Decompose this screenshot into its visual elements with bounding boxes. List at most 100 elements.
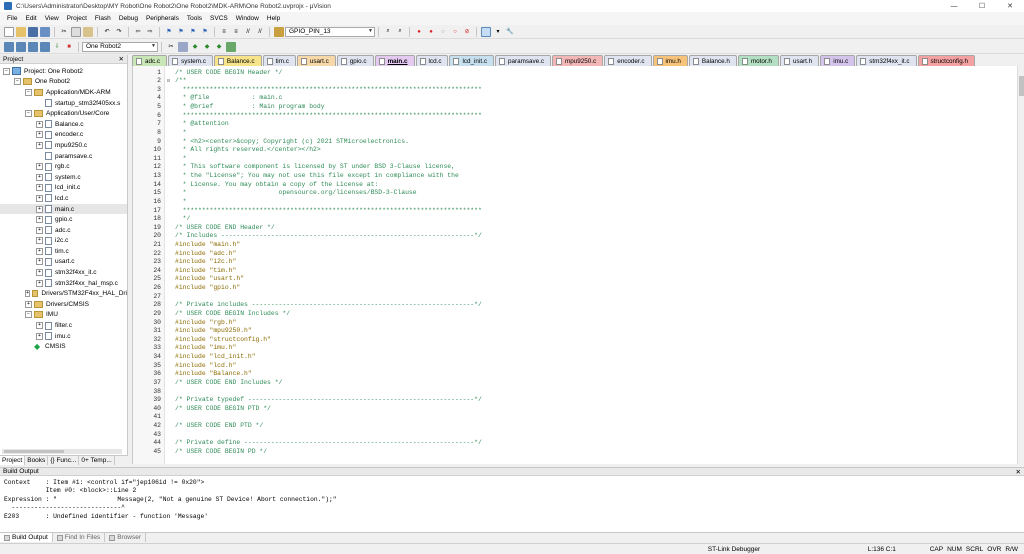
vertical-scrollbar[interactable] — [1017, 66, 1024, 464]
expand-icon[interactable]: + — [36, 120, 43, 128]
editor-tab[interactable]: mpu9250.c — [552, 55, 604, 66]
tree-item[interactable]: + lcd.c — [0, 193, 127, 204]
editor-tab[interactable]: imu.h — [652, 55, 688, 66]
menu-item-edit[interactable]: Edit — [21, 15, 40, 22]
tree-item[interactable]: + filter.c — [0, 320, 127, 331]
layout-dropdown-icon[interactable]: ▾ — [493, 27, 503, 37]
tree-item[interactable]: ◆ CMSIS — [0, 341, 127, 352]
uncomment-icon[interactable]: // — [255, 27, 265, 37]
tree-item[interactable]: + stm32f4xx_hal_msp.c — [0, 278, 127, 289]
collapse-icon[interactable]: − — [25, 110, 32, 118]
close-icon[interactable]: ✕ — [119, 55, 127, 63]
copy-icon[interactable] — [71, 26, 81, 37]
code-editor[interactable]: 1/* USER CODE BEGIN Header */2 ⊟/** 3 ****… — [132, 66, 1017, 464]
file-extensions-icon[interactable] — [178, 41, 188, 52]
download-icon[interactable]: ⇩ — [52, 42, 62, 52]
expand-icon[interactable]: + — [25, 300, 32, 308]
disable-breakpoint-icon[interactable]: ○ — [438, 27, 448, 37]
menu-item-debug[interactable]: Debug — [115, 15, 142, 22]
tree-item[interactable]: − Project: One Robot2 — [0, 66, 127, 77]
menu-item-window[interactable]: Window — [232, 15, 263, 22]
expand-icon[interactable]: + — [36, 226, 43, 234]
menu-item-peripherals[interactable]: Peripherals — [142, 15, 183, 22]
output-tab-1[interactable]: Find In Files — [53, 533, 106, 542]
redo-icon[interactable]: ↷ — [114, 27, 124, 37]
editor-tab[interactable]: Balance.h — [688, 55, 737, 66]
start-debug-icon[interactable]: ● — [414, 27, 424, 37]
undo-icon[interactable]: ↶ — [102, 27, 112, 37]
breakpoint-icon[interactable]: ● — [426, 27, 436, 37]
indent-icon[interactable]: ≡ — [219, 27, 229, 37]
expand-icon[interactable]: + — [36, 194, 43, 202]
tree-item[interactable]: + i2c.c — [0, 236, 127, 247]
editor-tab[interactable]: tim.c — [262, 55, 296, 66]
minimize-icon[interactable]: — — [940, 3, 968, 10]
close-icon[interactable]: ✕ — [1016, 468, 1024, 476]
paste-icon[interactable] — [83, 26, 93, 37]
tree-item[interactable]: + adc.c — [0, 225, 127, 236]
prev-bookmark-icon[interactable]: ⚑ — [176, 27, 186, 37]
configure-icon[interactable]: 🔧 — [505, 27, 515, 37]
maximize-icon[interactable]: ☐ — [968, 2, 996, 10]
panel-tab-1[interactable]: Books — [25, 456, 49, 465]
collapse-icon[interactable]: − — [25, 88, 32, 96]
editor-tab[interactable]: Balance.c — [213, 55, 262, 66]
manage-components-icon[interactable]: ◆ — [190, 42, 200, 52]
expand-icon[interactable]: + — [36, 131, 43, 139]
tree-item[interactable]: − Application/MDK-ARM — [0, 87, 127, 98]
expand-icon[interactable]: + — [36, 279, 43, 287]
output-tab-0[interactable]: Build Output — [0, 533, 53, 542]
editor-tab[interactable]: paramsave.c — [494, 55, 552, 66]
tree-item[interactable]: + rgb.c — [0, 161, 127, 172]
tree-item[interactable]: + usart.c — [0, 257, 127, 268]
expand-icon[interactable]: + — [36, 141, 43, 149]
find-icon[interactable]: ⌕ — [383, 27, 393, 37]
expand-icon[interactable]: + — [36, 247, 43, 255]
menu-item-svcs[interactable]: SVCS — [206, 15, 232, 22]
unindent-icon[interactable]: ≡ — [231, 27, 241, 37]
incremental-find-icon[interactable]: ⌕ — [395, 27, 405, 37]
menu-item-view[interactable]: View — [41, 15, 63, 22]
chevron-down-icon[interactable]: ▼ — [151, 43, 156, 49]
tree-item[interactable]: − Application/User/Core — [0, 108, 127, 119]
expand-icon[interactable]: + — [25, 290, 31, 298]
editor-tab[interactable]: lcd_init.c — [449, 55, 494, 66]
window-layout-icon[interactable] — [481, 26, 491, 37]
rebuild-icon[interactable] — [28, 41, 38, 52]
target-options-icon[interactable]: ✂ — [166, 42, 176, 52]
collapse-icon[interactable]: − — [14, 78, 21, 86]
collapse-icon[interactable]: − — [25, 311, 32, 319]
tree-item[interactable]: − One Robot2 — [0, 77, 127, 88]
bookmark-icon[interactable]: ⚑ — [164, 27, 174, 37]
stop-build-icon[interactable]: ■ — [64, 42, 74, 52]
menu-item-help[interactable]: Help — [263, 15, 284, 22]
menu-item-project[interactable]: Project — [63, 15, 91, 22]
panel-tab-2[interactable]: {} Func... — [48, 456, 80, 465]
menu-item-file[interactable]: File — [3, 15, 21, 22]
editor-tab[interactable]: main.c — [374, 55, 415, 66]
expand-icon[interactable]: + — [36, 322, 43, 330]
select-software-packs-icon[interactable]: ◆ — [202, 42, 212, 52]
menu-item-tools[interactable]: Tools — [183, 15, 206, 22]
tree-item[interactable]: paramsave.c — [0, 151, 127, 162]
clear-bookmarks-icon[interactable]: ⚑ — [200, 27, 210, 37]
tree-item[interactable]: + tim.c — [0, 246, 127, 257]
expand-icon[interactable]: + — [36, 258, 43, 266]
panel-tab-3[interactable]: 0+ Temp... — [79, 456, 115, 465]
save-icon[interactable] — [28, 26, 38, 37]
editor-tab[interactable]: motor.h — [737, 55, 779, 66]
pack-installer-icon[interactable]: ◆ — [214, 42, 224, 52]
scrollbar-thumb[interactable] — [4, 450, 64, 453]
open-folder-icon[interactable] — [16, 26, 26, 37]
expand-icon[interactable]: + — [36, 173, 43, 181]
tree-item[interactable]: + main.c — [0, 203, 127, 215]
next-bookmark-icon[interactable]: ⚑ — [188, 27, 198, 37]
tree-item[interactable]: + Balance.c — [0, 119, 127, 130]
find-combobox[interactable]: GPIO_PIN_13 ▼ — [285, 26, 375, 37]
translate-icon[interactable] — [4, 41, 14, 52]
tree-item[interactable]: + imu.c — [0, 331, 127, 342]
tree-item[interactable]: + mpu9250.c — [0, 140, 127, 151]
editor-tab[interactable]: structconfig.h — [917, 55, 975, 66]
tree-item[interactable]: + gpio.c — [0, 214, 127, 225]
editor-tab[interactable]: adc.c — [132, 55, 168, 66]
